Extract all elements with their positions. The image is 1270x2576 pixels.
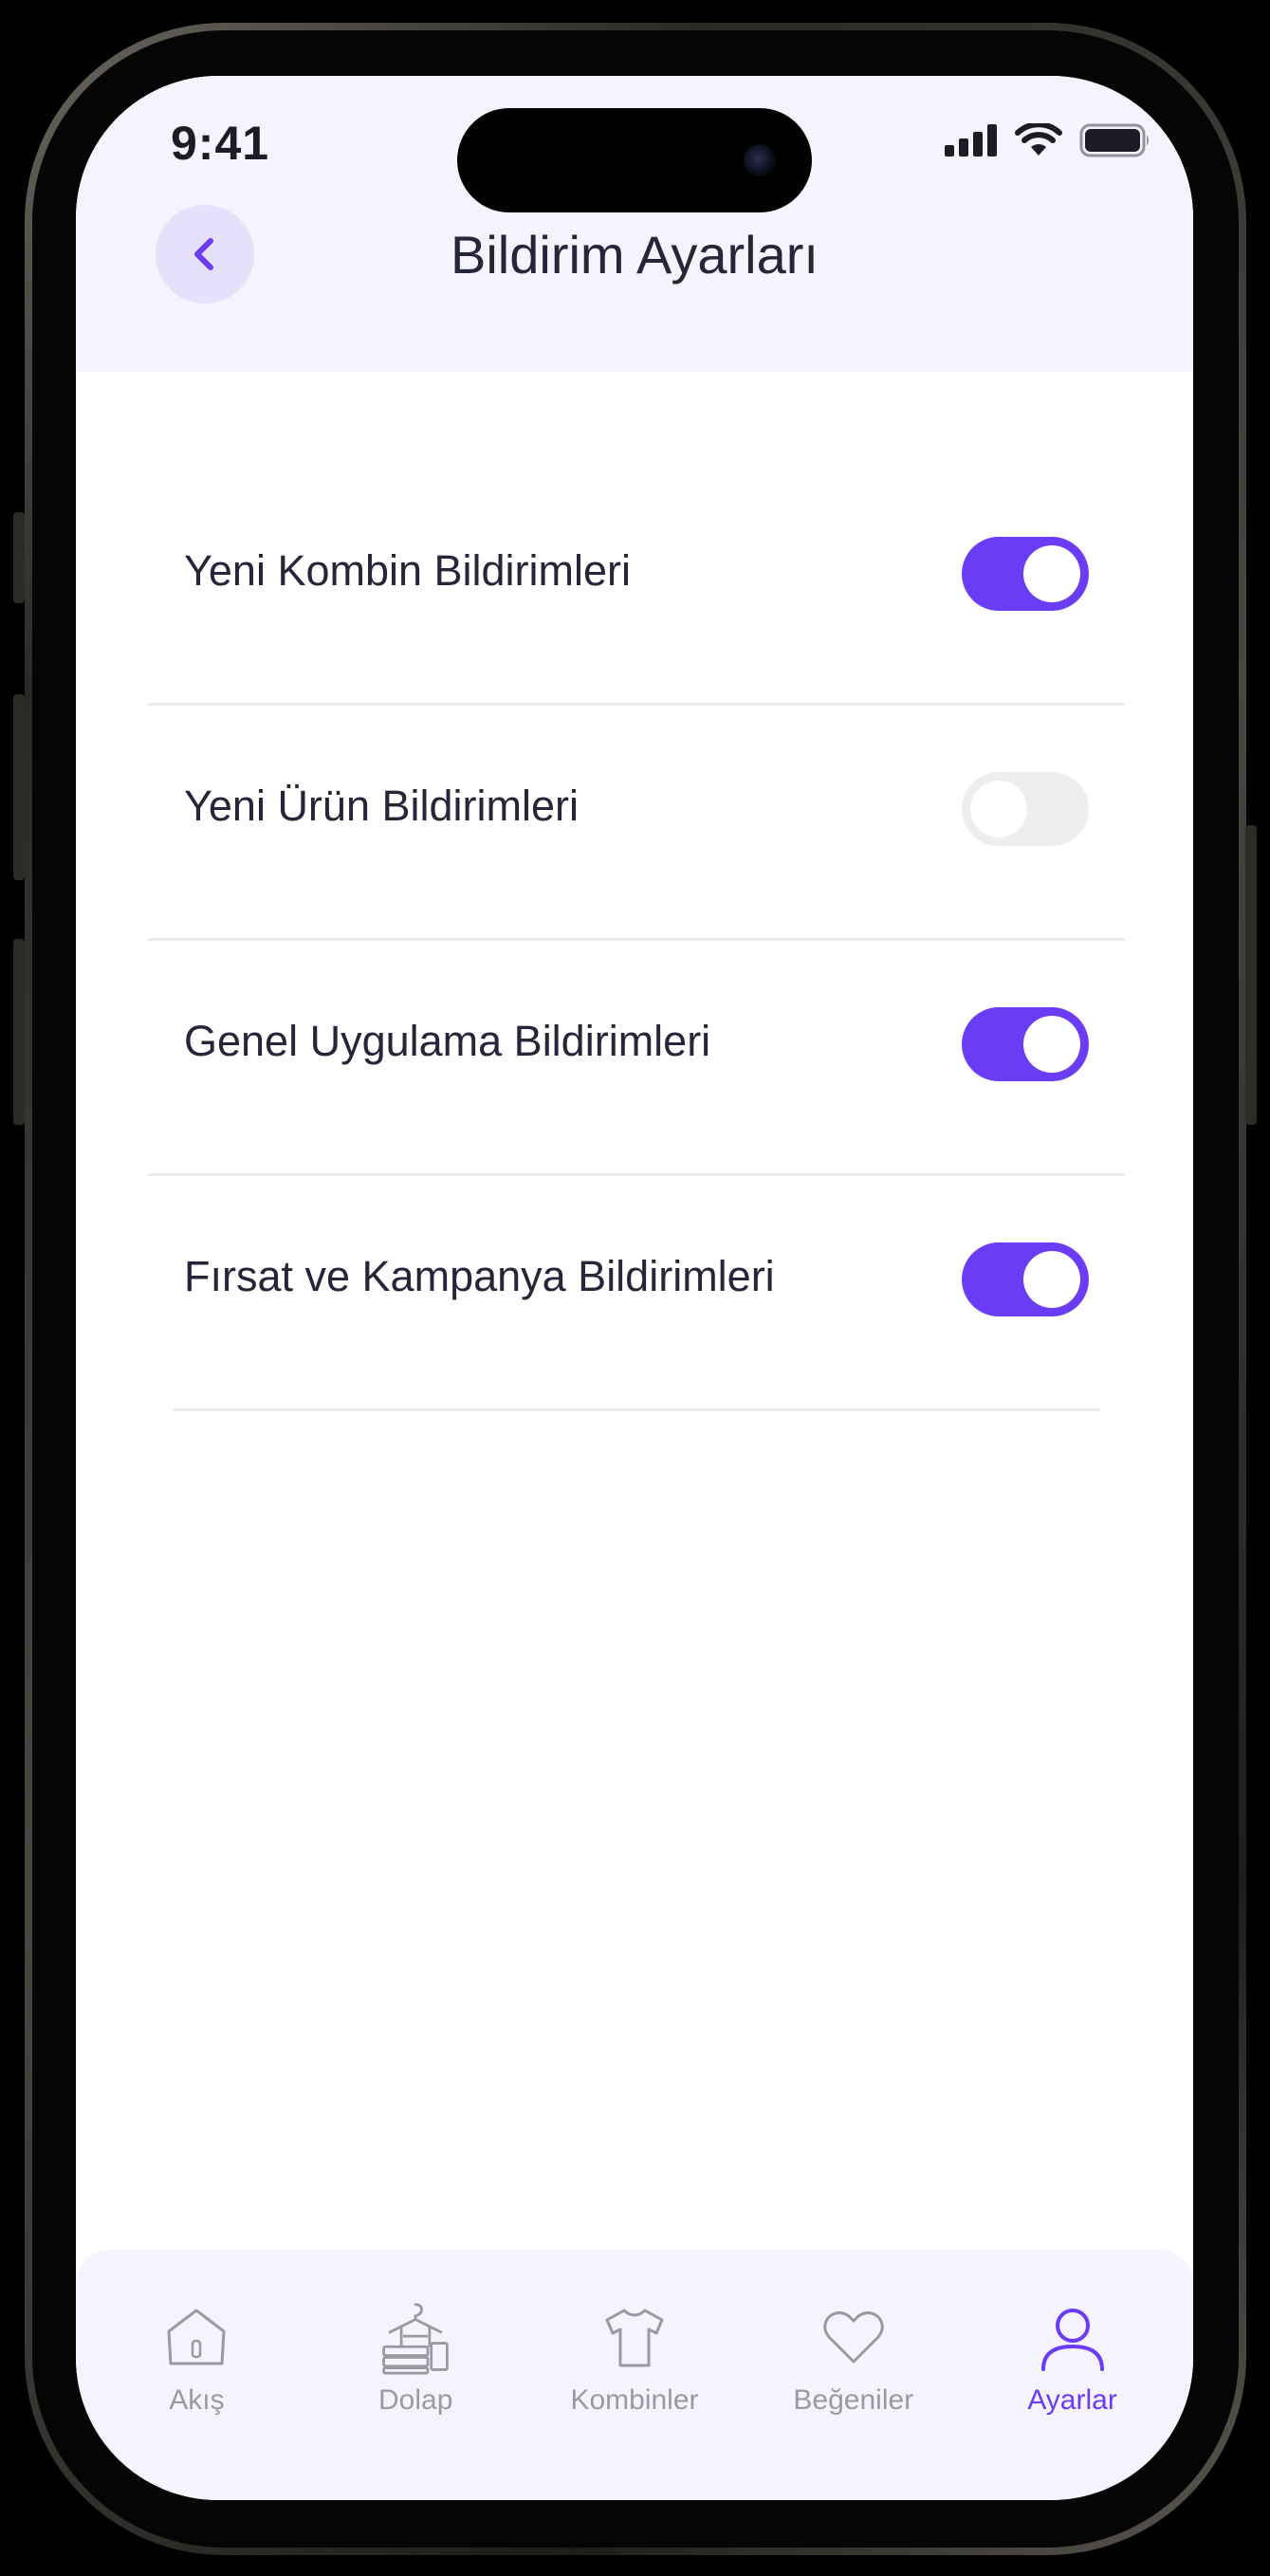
setting-label: Fırsat ve Kampanya Bildirimleri	[184, 1252, 775, 1300]
power-button	[1245, 825, 1257, 1125]
home-icon	[159, 2301, 233, 2375]
toggle-knob	[1023, 1251, 1080, 1308]
tab-label: Ayarlar	[1027, 2384, 1117, 2416]
tab-label: Beğeniler	[793, 2384, 914, 2416]
setting-row-new-outfit: Yeni Kombin Bildirimleri	[148, 470, 1125, 706]
signal-icon	[945, 124, 997, 156]
dynamic-island	[457, 108, 812, 212]
deals-campaigns-toggle[interactable]	[962, 1242, 1089, 1316]
tab-favorites[interactable]: Beğeniler	[744, 2250, 963, 2500]
app-screen: 9:41 Bildirim Ayarları Yeni Kombin Bildi…	[76, 76, 1193, 2500]
setting-label: Yeni Kombin Bildirimleri	[184, 546, 632, 595]
toggle-knob	[970, 781, 1027, 837]
heart-icon	[817, 2301, 891, 2375]
setting-row-general-app: Genel Uygulama Bildirimleri	[148, 941, 1125, 1176]
tab-wardrobe[interactable]: Dolap	[306, 2250, 525, 2500]
bottom-tab-bar: Akış Dolap Kombinler Beğeniler Ayarlar	[76, 2250, 1193, 2500]
wardrobe-icon	[378, 2301, 452, 2375]
tab-outfits[interactable]: Kombinler	[525, 2250, 745, 2500]
tab-settings[interactable]: Ayarlar	[963, 2250, 1182, 2500]
general-app-toggle[interactable]	[962, 1007, 1089, 1081]
tab-label: Dolap	[378, 2384, 453, 2416]
toggle-knob	[1023, 545, 1080, 602]
tab-feed[interactable]: Akış	[87, 2250, 306, 2500]
status-icons	[945, 123, 1151, 157]
status-time: 9:41	[171, 117, 270, 170]
volume-up-button	[13, 694, 25, 880]
new-product-toggle[interactable]	[962, 772, 1089, 846]
page-title: Bildirim Ayarları	[451, 225, 819, 285]
notification-settings-list: Yeni Kombin Bildirimleri Yeni Ürün Bildi…	[148, 470, 1125, 1411]
header: 9:41 Bildirim Ayarları	[76, 76, 1193, 372]
tshirt-icon	[598, 2301, 672, 2375]
volume-down-button	[13, 939, 25, 1125]
setting-row-deals-campaigns: Fırsat ve Kampanya Bildirimleri	[173, 1176, 1100, 1411]
tab-label: Akış	[169, 2384, 225, 2416]
new-outfit-toggle[interactable]	[962, 537, 1089, 611]
wifi-icon	[1015, 123, 1062, 156]
user-icon	[1036, 2301, 1110, 2375]
setting-label: Yeni Ürün Bildirimleri	[184, 782, 579, 830]
setting-row-new-product: Yeni Ürün Bildirimleri	[148, 706, 1125, 941]
battery-icon	[1079, 123, 1149, 157]
setting-label: Genel Uygulama Bildirimleri	[184, 1017, 711, 1065]
action-button	[13, 512, 25, 603]
camera-icon	[744, 144, 776, 176]
toggle-knob	[1023, 1016, 1080, 1073]
tab-label: Kombinler	[570, 2384, 699, 2416]
